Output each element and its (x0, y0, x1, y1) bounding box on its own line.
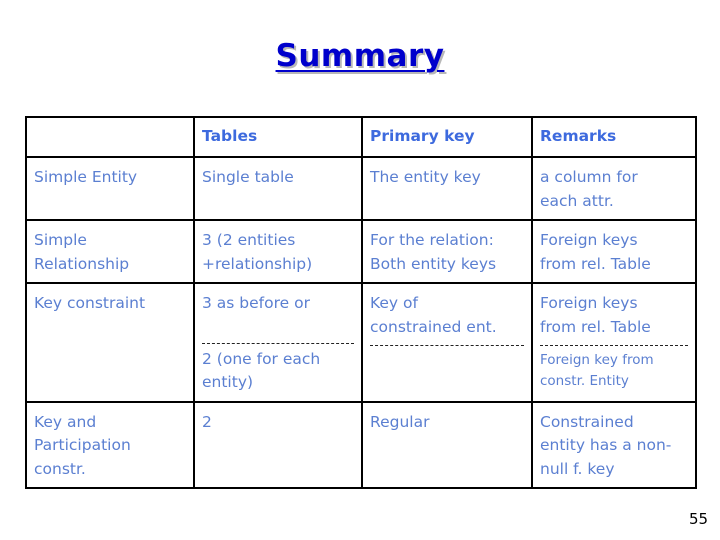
cell-line: For the relation: (370, 231, 494, 250)
page-title: Summary (275, 38, 445, 74)
slide-number: 55 (689, 510, 709, 528)
cell-remarks-split: Foreign keys from rel. Table Foreign key… (531, 282, 697, 403)
cell-line: Regular (370, 412, 430, 431)
cell-remarks: Constrained entity has a non- null f. ke… (531, 400, 697, 490)
cell-line: each attr. (540, 191, 614, 210)
cell-primary-key-split: Key of constrained ent. (361, 282, 533, 403)
cell-primary-key: Regular (361, 400, 533, 490)
row-label-key-constraint: Key constraint (25, 282, 195, 403)
row-label-line: Simple (34, 231, 87, 250)
row-label-line: Key constraint (34, 294, 146, 313)
cell-top-part: Key of constrained ent. (370, 292, 524, 339)
row-label-line: constr. (34, 459, 86, 478)
header-cell-primary-key: Primary key (361, 116, 533, 158)
row-label-line: Simple Entity (34, 168, 138, 186)
table-row: Simple Relationship 3 (2 entities +relat… (25, 219, 697, 285)
header-cell-remarks: Remarks (531, 116, 697, 158)
cell-bottom-part: Foreign key from constr. Entity (540, 350, 688, 391)
cell-top-part: 3 as before or (202, 292, 354, 337)
dashed-separator (202, 342, 354, 344)
cell-line: Key of (370, 294, 418, 313)
cell-spacer (202, 316, 354, 337)
cell-line: Single table (202, 168, 294, 186)
cell-line: from rel. Table (540, 317, 651, 336)
row-label-line: Relationship (34, 254, 130, 273)
cell-line: The entity key (370, 168, 481, 186)
dashed-separator (540, 345, 688, 347)
cell-line: Both entity keys (370, 254, 497, 273)
cell-line: 2 (one for each (202, 349, 321, 368)
dashed-separator (370, 345, 524, 347)
cell-line: 3 as before or (202, 294, 310, 313)
cell-line: Foreign keys (540, 231, 638, 250)
header-cell-tables: Tables (193, 116, 363, 158)
cell-line: +relationship) (202, 254, 313, 273)
cell-line: 2 (202, 412, 212, 431)
cell-line: Constrained (540, 412, 634, 431)
table-row: Key constraint 3 as before or 2 (one for… (25, 282, 697, 403)
cell-tables-split: 3 as before or 2 (one for each entity) (193, 282, 363, 403)
row-label-line: Participation (34, 436, 131, 455)
cell-line: Foreign keys (540, 294, 638, 313)
cell-line: Foreign key from (540, 352, 654, 369)
table-row: Simple Entity Single table The entity ke… (25, 155, 697, 222)
row-label-simple-relationship: Simple Relationship (25, 219, 195, 285)
cell-line: constr. Entity (540, 372, 629, 389)
cell-line: entity) (202, 373, 254, 392)
cell-line: null f. key (540, 459, 615, 478)
cell-line: entity has a non- (540, 436, 672, 455)
cell-remarks: a column for each attr. (531, 155, 697, 222)
cell-tables: Single table (193, 155, 363, 222)
cell-remarks: Foreign keys from rel. Table (531, 219, 697, 285)
cell-line: 3 (2 entities (202, 231, 296, 250)
table-header-row: Tables Primary key Remarks (25, 116, 697, 158)
summary-table: Tables Primary key Remarks Simple Entity… (25, 116, 697, 490)
cell-line: a column for (540, 168, 638, 186)
title-container: Summary (0, 40, 720, 73)
slide-canvas: Summary Tables Primary key Remarks Simpl… (0, 0, 720, 540)
cell-tables: 3 (2 entities +relationship) (193, 219, 363, 285)
row-label-simple-entity: Simple Entity (25, 155, 195, 222)
table-row: Key and Participation constr. 2 Regular … (25, 400, 697, 490)
cell-line: from rel. Table (540, 254, 651, 273)
row-label-key-participation: Key and Participation constr. (25, 400, 195, 490)
cell-tables: 2 (193, 400, 363, 490)
cell-bottom-part: 2 (one for each entity) (202, 348, 354, 395)
header-cell-blank (25, 116, 195, 158)
row-label-line: Key and (34, 412, 97, 431)
cell-line: constrained ent. (370, 317, 497, 336)
cell-primary-key: For the relation: Both entity keys (361, 219, 533, 285)
cell-top-part: Foreign keys from rel. Table (540, 292, 688, 339)
cell-primary-key: The entity key (361, 155, 533, 222)
